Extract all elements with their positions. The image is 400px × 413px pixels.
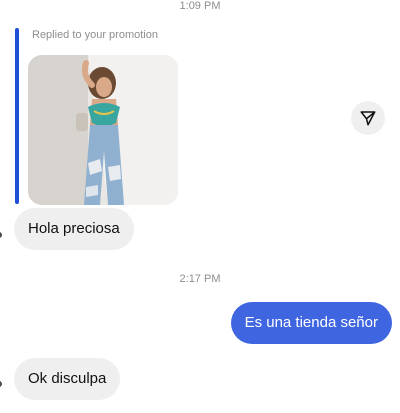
timestamp-mid: 2:17 PM [179,273,221,285]
incoming-message-ok[interactable]: Ok disculpa [14,358,121,400]
reply-indicator-bar [15,28,19,204]
sender-avatar-edge-2 [0,381,2,387]
sender-avatar-edge [0,232,2,238]
reply-context-label: Replied to your promotion [32,29,158,41]
outgoing-message-tienda[interactable]: Es una tienda señor [230,302,392,344]
promotion-image[interactable] [28,55,178,205]
incoming-message-hola[interactable]: Hola preciosa [14,208,134,250]
timestamp-top: 1:09 PM [179,0,221,12]
share-button[interactable] [351,101,385,135]
send-arrow-icon [360,111,376,126]
promotion-photo [28,55,178,205]
